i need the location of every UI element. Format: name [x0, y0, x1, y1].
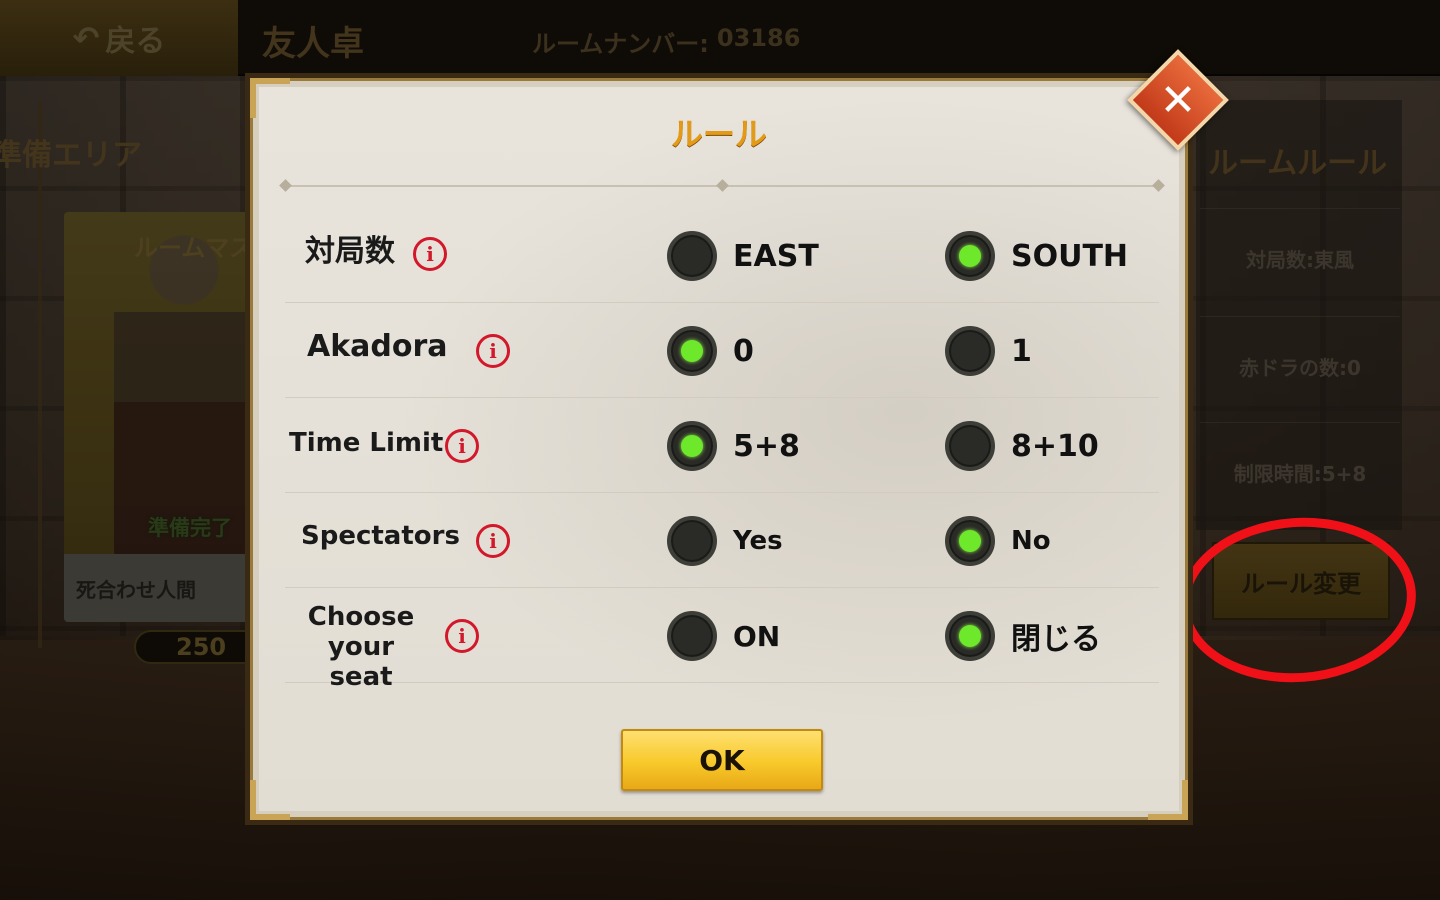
frame-corner: [1148, 780, 1188, 820]
radio-button[interactable]: [945, 421, 995, 471]
option-label: 閉じる: [1011, 622, 1101, 657]
ok-button[interactable]: OK: [621, 729, 823, 791]
frame-corner: [250, 780, 290, 820]
divider-diamond-icon: [716, 179, 729, 192]
option-seat-on[interactable]: ON: [667, 611, 780, 661]
info-icon[interactable]: i: [476, 334, 510, 368]
radio-button[interactable]: [667, 611, 717, 661]
radio-button[interactable]: [945, 231, 995, 281]
option-time-5-8[interactable]: 5+8: [667, 421, 800, 471]
rule-row-akadora: Akadora i 0 1: [285, 304, 1159, 398]
option-akadora-1[interactable]: 1: [945, 326, 1032, 376]
radio-button[interactable]: [667, 231, 717, 281]
modal-title: ルール: [670, 115, 767, 153]
radio-button[interactable]: [945, 611, 995, 661]
rules-modal: ルール 対局数 i EAST SOUTH Akadora i 0 1 Time …: [250, 78, 1188, 820]
option-label: No: [1011, 526, 1051, 556]
radio-button[interactable]: [945, 326, 995, 376]
option-seat-close[interactable]: 閉じる: [945, 611, 1101, 661]
rule-label: Akadora: [307, 329, 448, 364]
option-label: 1: [1011, 333, 1032, 369]
option-label: SOUTH: [1011, 238, 1129, 274]
option-label: ON: [733, 619, 781, 653]
radio-button[interactable]: [667, 421, 717, 471]
rule-label-line: your seat: [327, 631, 395, 692]
option-south[interactable]: SOUTH: [945, 231, 1128, 281]
info-icon[interactable]: i: [445, 619, 479, 653]
option-spectators-yes[interactable]: Yes: [667, 516, 783, 566]
option-label: 8+10: [1011, 428, 1099, 464]
option-label: Yes: [733, 526, 783, 556]
rule-row-choose-seat: Choose your seat i ON 閉じる: [285, 589, 1159, 692]
radio-button[interactable]: [945, 516, 995, 566]
divider-diamond-icon: [279, 179, 292, 192]
info-icon[interactable]: i: [445, 429, 479, 463]
info-icon[interactable]: i: [413, 237, 447, 271]
option-time-8-10[interactable]: 8+10: [945, 421, 1099, 471]
radio-button[interactable]: [667, 326, 717, 376]
rule-row-spectators: Spectators i Yes No: [285, 494, 1159, 588]
close-x-icon[interactable]: ✕: [1142, 64, 1214, 136]
info-icon[interactable]: i: [476, 524, 510, 558]
divider-diamond-icon: [1152, 179, 1165, 192]
radio-button[interactable]: [667, 516, 717, 566]
rule-row-time-limit: Time Limit i 5+8 8+10: [285, 399, 1159, 493]
rule-label-line: Choose: [307, 602, 415, 632]
option-label: 0: [733, 333, 754, 369]
option-akadora-0[interactable]: 0: [667, 326, 754, 376]
rule-label: Choose your seat: [293, 602, 429, 693]
rule-label: Time Limit: [289, 428, 444, 458]
option-label: EAST: [733, 238, 819, 274]
option-spectators-no[interactable]: No: [945, 516, 1051, 566]
rule-label: 対局数: [305, 234, 395, 269]
option-label: 5+8: [733, 428, 800, 464]
rule-row-game-length: 対局数 i EAST SOUTH: [285, 209, 1159, 303]
rule-label: Spectators: [301, 521, 460, 551]
option-east[interactable]: EAST: [667, 231, 819, 281]
